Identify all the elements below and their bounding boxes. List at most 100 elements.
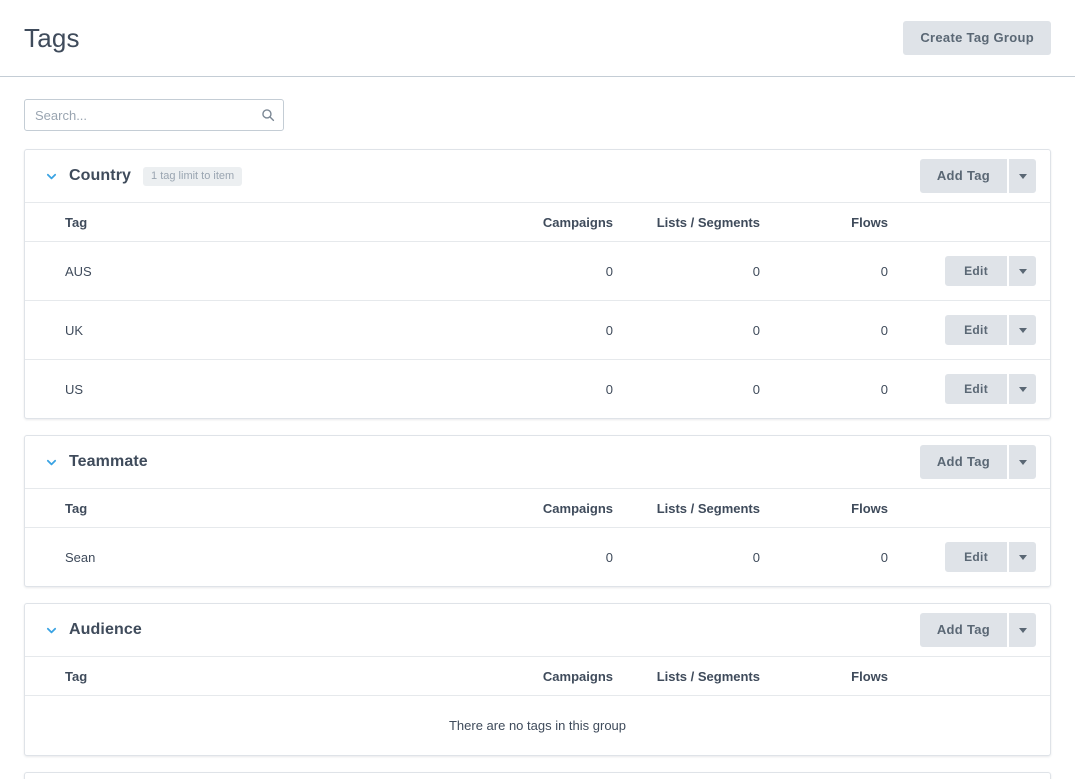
search-area — [0, 77, 1075, 131]
cell-campaigns: 0 — [495, 300, 613, 360]
page-header: Tags Create Tag Group — [0, 0, 1075, 77]
column-header-tag: Tag — [25, 656, 495, 696]
table-row: AUS 0 0 0 Edit — [25, 241, 1050, 301]
cell-lists-segments: 0 — [613, 241, 760, 301]
tag-group-card: Teammate Add Tag Tag Campaigns Lists / Segme… — [24, 435, 1051, 587]
cell-actions: Edit — [888, 359, 1050, 418]
table-head: Tag Campaigns Lists / Segments Flows — [25, 488, 1050, 528]
cell-actions: Edit — [888, 300, 1050, 360]
tag-group-name: Country — [69, 167, 132, 184]
column-header-actions — [888, 656, 1050, 696]
cell-tag-name: US — [25, 359, 495, 418]
cell-tag-name: Sean — [25, 527, 495, 586]
search-input[interactable] — [24, 99, 284, 131]
column-header-tag: Tag — [25, 488, 495, 528]
column-header-tag: Tag — [25, 202, 495, 242]
column-header-lists-segments: Lists / Segments — [613, 656, 760, 696]
chevron-down-icon — [1018, 460, 1027, 466]
add-tag-dropdown-button[interactable] — [1009, 613, 1036, 647]
empty-state-text: There are no tags in this group — [25, 695, 1050, 755]
cell-campaigns: 0 — [495, 241, 613, 301]
column-header-lists-segments: Lists / Segments — [613, 202, 760, 242]
cell-tag-name: AUS — [25, 241, 495, 301]
tag-limit-badge: 1 tag limit to item — [143, 166, 243, 186]
edit-button-group: Edit — [945, 256, 1036, 286]
column-header-campaigns: Campaigns — [495, 488, 613, 528]
chevron-down-icon — [1018, 387, 1027, 393]
cell-campaigns: 0 — [495, 527, 613, 586]
search-box — [24, 99, 284, 131]
chevron-down-icon[interactable] — [43, 622, 59, 638]
tag-group-card: Country 1 tag limit to item Add Tag Tag Camp… — [24, 149, 1051, 419]
chevron-down-icon[interactable] — [43, 168, 59, 184]
tag-groups-list: Country 1 tag limit to item Add Tag Tag Camp… — [0, 131, 1075, 779]
tag-table: Tag Campaigns Lists / Segments Flows There a… — [25, 656, 1050, 755]
table-row: UK 0 0 0 Edit — [25, 300, 1050, 360]
cell-flows: 0 — [760, 241, 888, 301]
tag-group-name: Teammate — [69, 453, 148, 470]
add-tag-button[interactable]: Add Tag — [919, 445, 1007, 479]
create-tag-group-button[interactable]: Create Tag Group — [903, 21, 1051, 55]
column-header-campaigns: Campaigns — [495, 202, 613, 242]
edit-button[interactable]: Edit — [945, 315, 1007, 345]
tag-group-card: Ungrouped tagsAdd Tag — [24, 772, 1051, 779]
tag-group-header: Country 1 tag limit to item Add Tag — [25, 150, 1050, 202]
chevron-down-icon — [1018, 628, 1027, 634]
table-head: Tag Campaigns Lists / Segments Flows — [25, 656, 1050, 696]
tag-group-header: Teammate Add Tag — [25, 436, 1050, 488]
add-tag-button-group: Add Tag — [919, 159, 1036, 193]
cell-tag-name: UK — [25, 300, 495, 360]
table-row: Sean 0 0 0 Edit — [25, 527, 1050, 586]
cell-flows: 0 — [760, 300, 888, 360]
cell-campaigns: 0 — [495, 359, 613, 418]
column-header-lists-segments: Lists / Segments — [613, 488, 760, 528]
tag-group-header: Ungrouped tagsAdd Tag — [25, 773, 1050, 779]
column-header-actions — [888, 488, 1050, 528]
edit-dropdown-button[interactable] — [1009, 315, 1036, 345]
add-tag-button[interactable]: Add Tag — [919, 613, 1007, 647]
table-body: There are no tags in this group — [25, 695, 1050, 755]
column-header-campaigns: Campaigns — [495, 656, 613, 696]
table-header-row: Tag Campaigns Lists / Segments Flows — [25, 202, 1050, 242]
table-header-row: Tag Campaigns Lists / Segments Flows — [25, 656, 1050, 696]
cell-lists-segments: 0 — [613, 359, 760, 418]
column-header-actions — [888, 202, 1050, 242]
column-header-flows: Flows — [760, 202, 888, 242]
cell-actions: Edit — [888, 527, 1050, 586]
add-tag-dropdown-button[interactable] — [1009, 159, 1036, 193]
edit-button-group: Edit — [945, 315, 1036, 345]
chevron-down-icon — [1018, 174, 1027, 180]
chevron-down-icon[interactable] — [43, 454, 59, 470]
chevron-down-icon — [1018, 269, 1027, 275]
cell-flows: 0 — [760, 359, 888, 418]
add-tag-button[interactable]: Add Tag — [919, 159, 1007, 193]
tag-table: Tag Campaigns Lists / Segments Flows Sean 0 0 0… — [25, 488, 1050, 586]
edit-dropdown-button[interactable] — [1009, 542, 1036, 572]
edit-button[interactable]: Edit — [945, 374, 1007, 404]
table-row: US 0 0 0 Edit — [25, 359, 1050, 418]
add-tag-button-group: Add Tag — [919, 613, 1036, 647]
column-header-flows: Flows — [760, 656, 888, 696]
add-tag-button-group: Add Tag — [919, 445, 1036, 479]
table-body: Sean 0 0 0 Edit — [25, 527, 1050, 586]
cell-flows: 0 — [760, 527, 888, 586]
edit-button[interactable]: Edit — [945, 542, 1007, 572]
table-header-row: Tag Campaigns Lists / Segments Flows — [25, 488, 1050, 528]
edit-button[interactable]: Edit — [945, 256, 1007, 286]
chevron-down-icon — [1018, 555, 1027, 561]
column-header-flows: Flows — [760, 488, 888, 528]
table-body: AUS 0 0 0 Edit UK 0 0 0 Edit US 0 0 0 Edit — [25, 241, 1050, 418]
tag-group-name: Audience — [69, 621, 142, 638]
cell-lists-segments: 0 — [613, 527, 760, 586]
page-title: Tags — [24, 23, 80, 53]
cell-actions: Edit — [888, 241, 1050, 301]
empty-state-row: There are no tags in this group — [25, 695, 1050, 755]
add-tag-dropdown-button[interactable] — [1009, 445, 1036, 479]
edit-dropdown-button[interactable] — [1009, 256, 1036, 286]
tag-group-header: Audience Add Tag — [25, 604, 1050, 656]
edit-button-group: Edit — [945, 374, 1036, 404]
edit-dropdown-button[interactable] — [1009, 374, 1036, 404]
tag-table: Tag Campaigns Lists / Segments Flows AUS 0 0 0 E… — [25, 202, 1050, 418]
table-head: Tag Campaigns Lists / Segments Flows — [25, 202, 1050, 242]
tag-group-card: Audience Add Tag Tag Campaigns Lists / Segme… — [24, 603, 1051, 756]
